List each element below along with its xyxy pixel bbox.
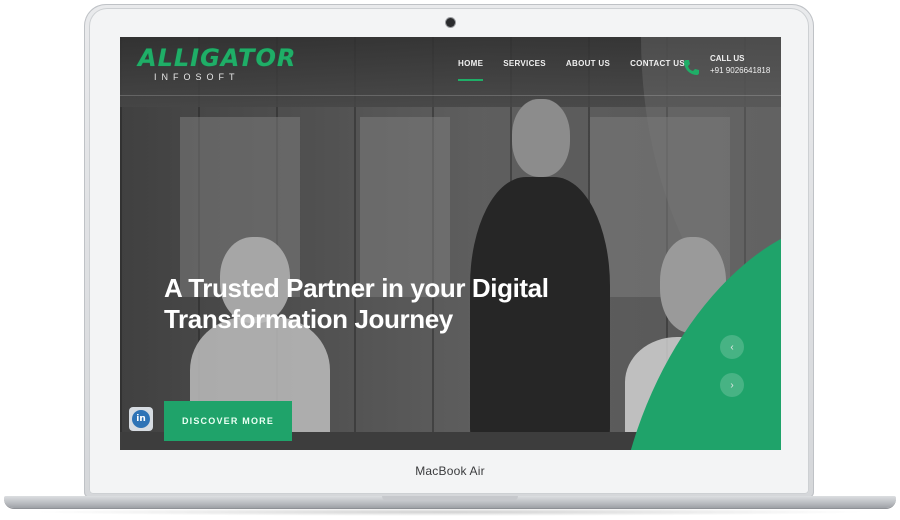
logo-subtitle: INFOSOFT xyxy=(154,72,240,82)
logo-wordmark: ALLIGATOR xyxy=(138,44,297,72)
phone-icon xyxy=(682,57,702,77)
linkedin-icon: in xyxy=(132,410,150,428)
slider-next-button[interactable]: › xyxy=(720,373,744,397)
chevron-left-icon: ‹ xyxy=(730,341,734,353)
camera-icon xyxy=(446,18,455,27)
laptop-hinge-notch xyxy=(382,496,518,501)
background-person-center-head xyxy=(512,99,570,177)
nav-home[interactable]: HOME xyxy=(458,59,484,81)
discover-more-button[interactable]: DISCOVER MORE xyxy=(164,401,292,441)
laptop-screen: ALLIGATOR INFOSOFT HOME SERVICES ABOUT U… xyxy=(120,37,781,450)
device-label: MacBook Air xyxy=(415,464,485,478)
call-us-number[interactable]: +91 9026641818 xyxy=(710,64,770,77)
slider-prev-button[interactable]: ‹ xyxy=(720,335,744,359)
chevron-right-icon: › xyxy=(730,379,734,391)
call-us-block[interactable]: CALL US +91 9026641818 xyxy=(682,53,770,77)
hero-title: A Trusted Partner in your Digital Transf… xyxy=(164,273,584,335)
background-window xyxy=(360,117,450,297)
nav-about-us[interactable]: ABOUT US xyxy=(566,59,610,78)
laptop-shadow xyxy=(30,508,870,516)
nav-services[interactable]: SERVICES xyxy=(503,59,546,78)
linkedin-link[interactable]: in xyxy=(129,407,153,431)
hero-title-line-1: A Trusted Partner in your Digital xyxy=(164,273,549,303)
nav-contact-us[interactable]: CONTACT US xyxy=(630,59,685,78)
site-logo[interactable]: ALLIGATOR INFOSOFT xyxy=(138,45,296,83)
site-header: ALLIGATOR INFOSOFT HOME SERVICES ABOUT U… xyxy=(120,37,781,96)
hero-title-line-2: Transformation Journey xyxy=(164,304,453,334)
main-nav: HOME SERVICES ABOUT US CONTACT US xyxy=(458,59,685,81)
call-us-label: CALL US xyxy=(710,54,745,63)
